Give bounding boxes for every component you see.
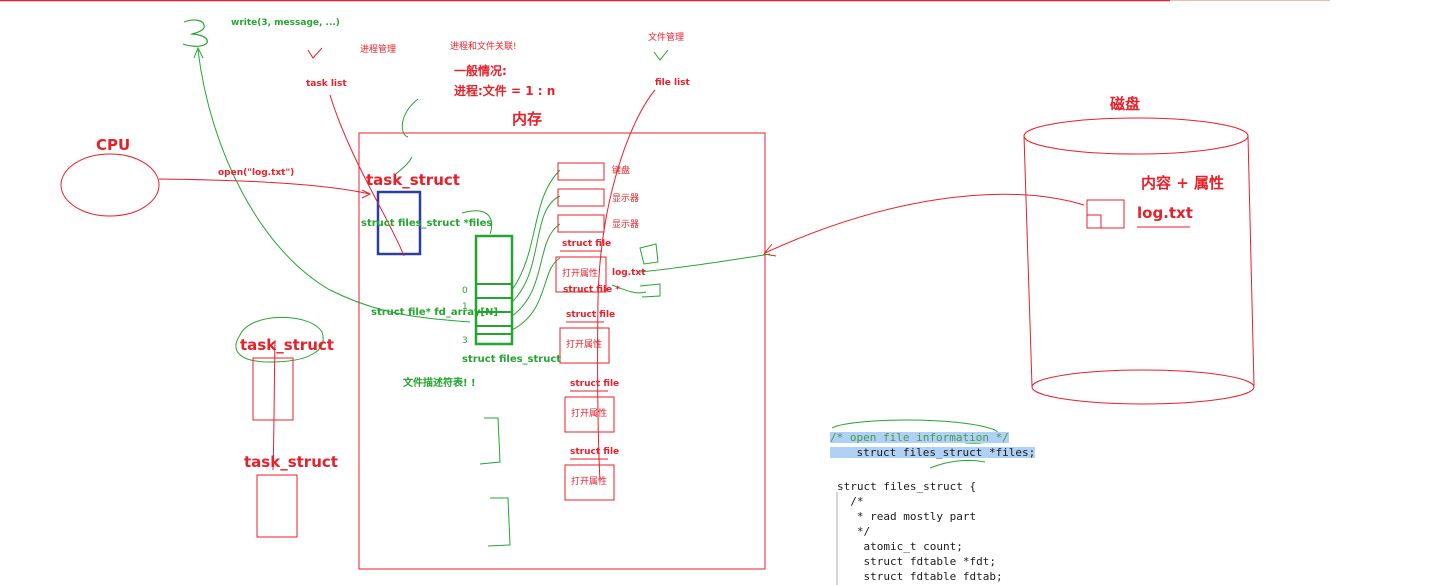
fd-index-1: 1 <box>462 302 468 312</box>
code-line-9: struct fdtable fdtab; <box>837 570 1003 583</box>
logtxt-green-link <box>639 253 771 273</box>
display-label-2: 显示器 <box>612 220 640 230</box>
diagram-canvas <box>0 0 1330 585</box>
open-attr-label-4: 打开属性 <box>571 477 608 487</box>
files-struct-label: struct files_struct <box>462 354 562 365</box>
task-struct-main-label: task_struct <box>366 171 460 189</box>
code-line-4: /* <box>837 495 864 508</box>
code-line-6: */ <box>837 525 871 538</box>
struct-file-label-1: struct file <box>562 239 612 249</box>
code-line-5: * read mostly part <box>837 510 977 523</box>
disk-bottom <box>1031 369 1255 405</box>
arrow-fd1 <box>511 195 561 303</box>
ratio-label: 进程:文件 = 1 : n <box>454 84 556 98</box>
code-line-7: atomic_t count; <box>837 540 963 553</box>
fd-index-3: 3 <box>462 336 468 346</box>
file-mgmt-tick <box>653 49 669 61</box>
left-task-box-2 <box>256 474 298 538</box>
open-attr-label-1: 打开属性 <box>562 269 599 279</box>
struct-file-label-4: struct file <box>570 447 620 457</box>
files-pointer-label: struct files_struct *files <box>361 218 493 229</box>
logtxt-file-box <box>1086 199 1125 229</box>
process-file-link-label: 进程和文件关联! <box>450 42 517 52</box>
logtxt-inner-box <box>1086 214 1102 229</box>
process-mgmt-label: 进程管理 <box>360 45 397 55</box>
memory-label: 内存 <box>512 110 543 128</box>
fd-array-label: struct file* fd_array[N] <box>371 307 498 318</box>
green-hook <box>401 98 419 138</box>
struct-file-ptr-label: struct file * <box>563 285 620 295</box>
content-attr-label: 内容 + 属性 <box>1141 174 1225 192</box>
fd-index-0: 0 <box>462 286 468 296</box>
file-list-label: file list <box>655 78 690 88</box>
arrow-fd2 <box>511 223 561 317</box>
green-bracket-1 <box>479 417 501 465</box>
file-mgmt-label: 文件管理 <box>648 33 685 43</box>
left-task-link <box>272 339 276 471</box>
open-arrow <box>158 178 371 195</box>
keyboard-box <box>557 162 605 181</box>
display-label-1: 显示器 <box>612 194 640 204</box>
fd-table-note: 文件描述符表! ! <box>403 378 476 389</box>
task-list-label: task list <box>306 79 347 89</box>
green-sketch-1 <box>639 243 659 265</box>
logtxt-small-label: log.txt <box>612 268 646 278</box>
keyboard-label: 键盘 <box>612 166 631 176</box>
open-attr-label-3: 打开属性 <box>571 409 608 419</box>
code-pointer <box>929 459 986 469</box>
disk-top <box>1023 117 1249 155</box>
display-box-1 <box>557 188 605 207</box>
code-line-1: /* open file information */ <box>830 431 1009 444</box>
display-box-2 <box>557 214 605 233</box>
general-case-label: 一般情况: <box>454 64 507 78</box>
disk-left-side <box>1023 135 1033 387</box>
left-task-struct-label-2: task_struct <box>244 453 338 471</box>
cpu-ellipse <box>60 153 160 217</box>
handwritten-three <box>182 19 208 47</box>
code-line-3: struct files_struct { <box>837 480 977 493</box>
open-attr-label-2: 打开属性 <box>566 340 603 350</box>
files-struct-array <box>474 234 514 346</box>
struct-file-label-3: struct file <box>570 379 620 389</box>
struct-file-label-2: struct file <box>566 310 616 320</box>
cpu-label: CPU <box>96 136 131 154</box>
write-call-label: write(3, message, ...) <box>231 18 340 28</box>
disk-right-side <box>1247 135 1255 387</box>
green-sketch-2 <box>639 283 661 298</box>
open-call-label: open("log.txt") <box>218 168 295 178</box>
disk-label: 磁盘 <box>1110 95 1141 113</box>
logtxt-disk-label: log.txt <box>1137 204 1193 222</box>
process-mgmt-tick <box>307 47 323 59</box>
left-task-box-1 <box>252 357 294 421</box>
disk-to-memory-arrow <box>764 193 1085 254</box>
code-line-8: struct fdtable *fdt; <box>837 555 996 568</box>
left-task-struct-label-1: task_struct <box>240 336 334 354</box>
green-bracket-2 <box>487 497 511 547</box>
code-line-2: struct files_struct *files; <box>830 446 1036 459</box>
